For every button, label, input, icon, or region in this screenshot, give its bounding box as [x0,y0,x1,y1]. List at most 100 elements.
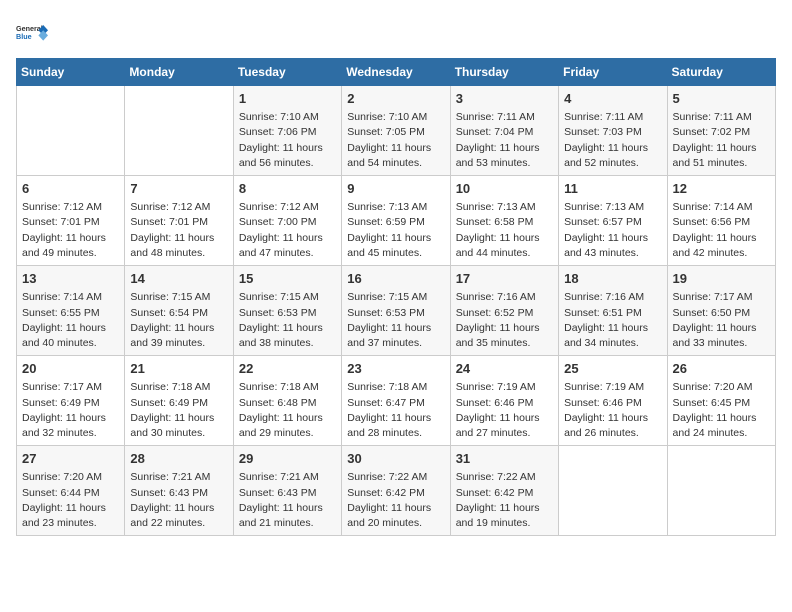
sunrise-text: Sunrise: 7:20 AM [673,380,770,395]
daylight-text: Daylight: 11 hours and 40 minutes. [22,321,119,351]
day-number: 18 [564,270,661,288]
daylight-text: Daylight: 11 hours and 27 minutes. [456,411,553,441]
sunrise-text: Sunrise: 7:11 AM [673,110,770,125]
day-info: Sunrise: 7:18 AMSunset: 6:49 PMDaylight:… [130,380,227,441]
sunrise-text: Sunrise: 7:11 AM [456,110,553,125]
day-number: 17 [456,270,553,288]
sunset-text: Sunset: 6:48 PM [239,396,336,411]
sunset-text: Sunset: 6:49 PM [130,396,227,411]
day-number: 29 [239,450,336,468]
day-cell: 11Sunrise: 7:13 AMSunset: 6:57 PMDayligh… [559,176,667,266]
daylight-text: Daylight: 11 hours and 52 minutes. [564,141,661,171]
sunrise-text: Sunrise: 7:20 AM [22,470,119,485]
day-number: 21 [130,360,227,378]
day-number: 1 [239,90,336,108]
sunset-text: Sunset: 6:51 PM [564,306,661,321]
calendar-table: SundayMondayTuesdayWednesdayThursdayFrid… [16,58,776,536]
sunrise-text: Sunrise: 7:19 AM [456,380,553,395]
daylight-text: Daylight: 11 hours and 19 minutes. [456,501,553,531]
daylight-text: Daylight: 11 hours and 32 minutes. [22,411,119,441]
day-cell: 29Sunrise: 7:21 AMSunset: 6:43 PMDayligh… [233,446,341,536]
sunrise-text: Sunrise: 7:13 AM [347,200,444,215]
day-info: Sunrise: 7:16 AMSunset: 6:51 PMDaylight:… [564,290,661,351]
daylight-text: Daylight: 11 hours and 45 minutes. [347,231,444,261]
daylight-text: Daylight: 11 hours and 42 minutes. [673,231,770,261]
daylight-text: Daylight: 11 hours and 33 minutes. [673,321,770,351]
daylight-text: Daylight: 11 hours and 28 minutes. [347,411,444,441]
header-thursday: Thursday [450,59,558,86]
sunset-text: Sunset: 6:45 PM [673,396,770,411]
sunrise-text: Sunrise: 7:13 AM [564,200,661,215]
day-cell: 26 Sunrise: 7:20 AMSunset: 6:45 PMDayligh… [667,356,775,446]
week-row-5: 27 Sunrise: 7:20 AMSunset: 6:44 PM Dayligh… [17,446,776,536]
sunrise-text: Sunrise: 7:13 AM [456,200,553,215]
day-info: Sunrise: 7:13 AMSunset: 6:58 PMDaylight:… [456,200,553,261]
sunrise-text: Sunrise: 7:15 AM [239,290,336,305]
day-cell: 18 Sunrise: 7:16 AMSunset: 6:51 PMDayligh… [559,266,667,356]
day-number: 3 [456,90,553,108]
day-cell: 5Sunrise: 7:11 AMSunset: 7:02 PMDaylight… [667,86,775,176]
daylight-text: Daylight: 11 hours and 38 minutes. [239,321,336,351]
sunset-text: Sunset: 6:49 PM [22,396,119,411]
day-cell: 2Sunrise: 7:10 AMSunset: 7:05 PMDaylight… [342,86,450,176]
day-info: Sunrise: 7:14 AMSunset: 6:56 PMDaylight:… [673,200,770,261]
header-saturday: Saturday [667,59,775,86]
day-info: Sunrise: 7:14 AMSunset: 6:55 PMDaylight:… [22,290,119,351]
day-info: Sunrise: 7:12 AMSunset: 7:01 PMDaylight:… [22,200,119,261]
daylight-text: Daylight: 11 hours and 43 minutes. [564,231,661,261]
week-row-1: 1Sunrise: 7:10 AMSunset: 7:06 PMDaylight… [17,86,776,176]
day-cell [17,86,125,176]
sunset-text: Sunset: 6:46 PM [456,396,553,411]
day-number: 4 [564,90,661,108]
day-cell: 27Sunrise: 7:20 AMSunset: 6:44 PMDayligh… [17,446,125,536]
sunset-text: Sunset: 6:53 PM [239,306,336,321]
header-wednesday: Wednesday [342,59,450,86]
sunrise-text: Sunrise: 7:10 AM [347,110,444,125]
day-number: 5 [673,90,770,108]
week-row-4: 20Sunrise: 7:17 AMSunset: 6:49 PMDayligh… [17,356,776,446]
day-info: Sunrise: 7:17 AMSunset: 6:50 PMDaylight:… [673,290,770,351]
day-cell [125,86,233,176]
day-cell: 23Sunrise: 7:18 AMSunset: 6:47 PMDayligh… [342,356,450,446]
sunset-text: Sunset: 6:54 PM [130,306,227,321]
day-cell: 9Sunrise: 7:13 AMSunset: 6:59 PMDaylight… [342,176,450,266]
sunset-text: Sunset: 6:44 PM [22,486,119,501]
day-number: 14 [130,270,227,288]
sunset-text: Sunset: 7:03 PM [564,125,661,140]
sunset-text: Sunset: 6:55 PM [22,306,119,321]
day-cell: 14 Sunrise: 7:15 AMSunset: 6:54 PMDayligh… [125,266,233,356]
daylight-text: Daylight: 11 hours and 35 minutes. [456,321,553,351]
week-row-2: 6Sunrise: 7:12 AMSunset: 7:01 PMDaylight… [17,176,776,266]
day-cell: 7 Sunrise: 7:12 AMSunset: 7:01 PMDaylight… [125,176,233,266]
header-monday: Monday [125,59,233,86]
day-number: 2 [347,90,444,108]
day-cell: 20Sunrise: 7:17 AMSunset: 6:49 PMDayligh… [17,356,125,446]
day-cell: 8Sunrise: 7:12 AMSunset: 7:00 PMDaylight… [233,176,341,266]
day-info: Sunrise: 7:15 AMSunset: 6:53 PMDaylight:… [347,290,444,351]
day-number: 9 [347,180,444,198]
day-cell: 31Sunrise: 7:22 AMSunset: 6:42 PMDayligh… [450,446,558,536]
sunset-text: Sunset: 7:02 PM [673,125,770,140]
day-number: 31 [456,450,553,468]
day-info: Sunrise: 7:15 AMSunset: 6:53 PMDaylight:… [239,290,336,351]
sunrise-text: Sunrise: 7:19 AM [564,380,661,395]
sunrise-text: Sunrise: 7:14 AM [22,290,119,305]
daylight-text: Daylight: 11 hours and 29 minutes. [239,411,336,441]
sunrise-text: Sunrise: 7:18 AM [239,380,336,395]
day-number: 12 [673,180,770,198]
sunset-text: Sunset: 7:01 PM [22,215,119,230]
day-info: Sunrise: 7:20 AMSunset: 6:45 PMDaylight:… [673,380,770,441]
sunset-text: Sunset: 6:58 PM [456,215,553,230]
day-number: 24 [456,360,553,378]
day-number: 26 [673,360,770,378]
header-sunday: Sunday [17,59,125,86]
day-info: Sunrise: 7:12 AMSunset: 7:01 PMDaylight:… [130,200,227,261]
day-number: 7 [130,180,227,198]
daylight-text: Daylight: 11 hours and 20 minutes. [347,501,444,531]
day-number: 27 [22,450,119,468]
daylight-text: Daylight: 11 hours and 39 minutes. [130,321,227,351]
day-cell: 4Sunrise: 7:11 AMSunset: 7:03 PMDaylight… [559,86,667,176]
day-info: Sunrise: 7:15 AMSunset: 6:54 PMDaylight:… [130,290,227,351]
sunset-text: Sunset: 7:04 PM [456,125,553,140]
day-cell: 12 Sunrise: 7:14 AMSunset: 6:56 PMDayligh… [667,176,775,266]
